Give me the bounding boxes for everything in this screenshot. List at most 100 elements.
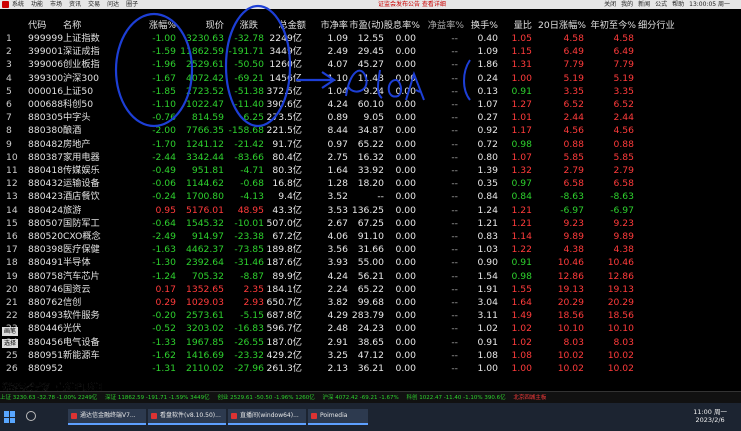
title-btn-mine[interactable]: 我的 — [621, 0, 633, 9]
ticker-cy[interactable]: 创业 2529.61 -50.50 -1.96% 1260亿 — [217, 395, 314, 401]
table-row[interactable]: 20 880746 国资云 0.17 1352.65 2.35 184.1亿 2.24 65.2… — [0, 283, 741, 296]
col-header-volratio[interactable]: 量比 — [492, 17, 532, 31]
search-icon[interactable] — [26, 411, 36, 421]
table-row[interactable]: 10 880387 家用电器 -2.44 3342.44 -83.66 80.4亿 2.75 1… — [0, 151, 741, 164]
cell-amt: 184.1亿 — [266, 283, 303, 295]
cell-div: 0.00 — [395, 270, 416, 282]
table-row[interactable]: 22 880493 软件服务 -0.20 2573.61 -5.15 687.8亿 4.29 2… — [0, 309, 741, 322]
cell-ytd: 7.79 — [613, 59, 634, 71]
col-header-ytd[interactable]: 年初至今% — [590, 17, 636, 31]
cell-code: 880432 — [28, 178, 64, 190]
ticker-hs300[interactable]: 沪深 4072.42 -69.21 -1.67% — [323, 395, 399, 401]
col-header-chg[interactable]: 涨幅% — [118, 17, 176, 31]
table-row[interactable]: 5 000016 上证50 -1.85 2723.52 -51.38 372.5亿 1.04 9… — [0, 85, 741, 98]
cell-ytd: 9.89 — [613, 231, 634, 242]
title-btn-news[interactable]: 新闻 — [638, 0, 650, 9]
table-row[interactable]: 11 880418 传媒娱乐 -0.49 951.81 -4.71 80.3亿 1.64 33.… — [0, 164, 741, 177]
cell-div: 0.00 — [395, 59, 416, 71]
cell-idx: 14 — [6, 204, 18, 216]
cell-amt: 221.5亿 — [266, 125, 303, 137]
cell-pd: 18.20 — [357, 178, 384, 190]
table-row[interactable]: 24880456电气设备-1.331967.85-26.55187.0亿2.91… — [0, 336, 741, 349]
table-row[interactable]: 17 880398 医疗保健 -1.63 4462.37 -73.85 189.8亿 3.56… — [0, 243, 741, 256]
cell-pd: 33.92 — [357, 165, 384, 176]
cell-code: 880380 — [28, 125, 64, 137]
cell-net: -- — [451, 85, 458, 97]
cell-pd: 11.43 — [357, 72, 384, 84]
menu-item-market[interactable]: 市场 — [50, 0, 62, 9]
col-header-net[interactable]: 净益率% — [420, 17, 464, 31]
cell-idx: 12 — [6, 178, 18, 190]
taskbar-app-quote[interactable]: 看盘软件(v8.10.50)... — [148, 409, 226, 425]
cell-ytd: 9.23 — [613, 217, 634, 229]
cell-price: 1241.12 — [186, 138, 224, 150]
menu-item-circle[interactable]: 圈子 — [126, 0, 138, 9]
table-row[interactable]: 16 880520 CXO概念 -2.49 914.97 -23.38 67.2亿 4.06 9… — [0, 230, 741, 243]
windows-start-icon[interactable] — [4, 411, 16, 423]
taskbar-app-tdx[interactable]: 通达信金融终端V7... — [68, 409, 146, 425]
table-row[interactable]: 12 880432 运输设备 -0.06 1144.62 -0.68 16.8亿 1.28 18… — [0, 177, 741, 190]
menu-item-ask[interactable]: 问达 — [107, 0, 119, 9]
cell-chg: -0.06 — [152, 178, 176, 190]
cell-d20: 9.23 — [563, 217, 584, 229]
col-header-code[interactable]: 代码 — [28, 17, 46, 31]
table-row[interactable]: 26 880952 -1.31 2110.02 -27.96 261.3亿 2.13 36.2… — [0, 362, 741, 375]
notice-link[interactable]: 证监会发布公告 查看详细 — [378, 0, 446, 9]
ticker-note[interactable]: 北京四城主板 — [513, 395, 546, 401]
title-btn-close[interactable]: 关闭 — [604, 0, 616, 9]
col-header-name[interactable]: 名称 — [63, 17, 81, 31]
table-row[interactable]: 1 999999 上证指数 -1.00 3230.63 -32.78 2249亿 1.09 12… — [0, 32, 741, 45]
table-row[interactable]: 9 880482 房地产 -1.70 1241.12 -21.42 91.7亿 0.97 65.… — [0, 138, 741, 151]
pen-tool-button[interactable]: 画笔 — [2, 327, 18, 336]
cell-amt: 429.2亿 — [266, 349, 303, 361]
table-row[interactable]: 19 880758 汽车芯片 -1.24 705.32 -8.87 89.9亿 4.24 56.… — [0, 270, 741, 283]
table-row[interactable]: 13 880423 酒店餐饮 -0.24 1700.80 -4.13 9.4亿 3.52 -- 0… — [0, 190, 741, 203]
cell-div: 0.00 — [395, 46, 416, 58]
table-row[interactable]: 25 880951 新能源车 -1.62 1416.69 -23.32 429.2亿 3.25… — [0, 349, 741, 362]
ticker-sz[interactable]: 深证 11862.59 -191.71 -1.59% 3449亿 — [105, 395, 209, 401]
title-btn-help[interactable]: 帮助 — [672, 0, 684, 9]
taskbar-app-poimedia[interactable]: Poimedia — [308, 409, 368, 425]
col-header-dividend[interactable]: 股息率% — [370, 17, 420, 31]
cell-amt: 9.4亿 — [278, 191, 302, 203]
cell-amt: 91.7亿 — [272, 138, 302, 150]
table-row[interactable]: 18 880491 半导体 -1.30 2392.64 -31.46 187.6亿 3.93 5… — [0, 256, 741, 269]
menu-item-system[interactable]: 系统 — [12, 0, 24, 9]
cell-chg: -1.31 — [152, 363, 176, 374]
menu-item-function[interactable]: 功能 — [31, 0, 43, 9]
cell-price: 5176.01 — [186, 204, 224, 216]
select-tool-button[interactable]: 选择 — [2, 339, 18, 348]
cell-pd: 9.24 — [363, 85, 384, 97]
table-row[interactable]: 23880446光伏-0.523203.02-16.83596.7亿2.4824… — [0, 322, 741, 335]
cell-price: 11862.59 — [180, 46, 224, 58]
col-header-industry[interactable]: 细分行业 — [638, 17, 698, 31]
table-row[interactable]: 3 399006 创业板指 -1.96 2529.61 -50.50 1260亿 4.07 45… — [0, 58, 741, 71]
cell-ytd: 2.79 — [613, 165, 634, 176]
ticker-sh[interactable]: 上证 3230.63 -32.78 -1.00% 2249亿 — [0, 395, 97, 401]
cell-chg: 0.95 — [155, 204, 176, 216]
menu-item-trade[interactable]: 交易 — [88, 0, 100, 9]
title-btn-formula[interactable]: 公式 — [655, 0, 667, 9]
table-row[interactable]: 21 880762 信创 0.29 1029.03 2.93 650.7亿 3.82 99.68… — [0, 296, 741, 309]
cell-chg: -0.76 — [152, 112, 176, 124]
taskbar-clock[interactable]: 11:00 周一 2023/2/6 — [693, 408, 727, 424]
table-row[interactable]: 4 399300 沪深300 -1.67 4072.42 -69.21 1456亿 1.10 1… — [0, 72, 741, 85]
cell-div: 0.00 — [395, 165, 416, 176]
cell-vr: 0.98 — [511, 138, 532, 150]
cell-price: 1144.62 — [186, 178, 224, 190]
table-row[interactable]: 6 000688 科创50 -1.10 1022.47 -11.40 390.6亿 4.24 6… — [0, 98, 741, 111]
table-row[interactable]: 7 880305 中字头 -0.76 814.59 -6.25 273.5亿 0.89 9.05… — [0, 111, 741, 124]
col-header-price[interactable]: 现价 — [178, 17, 224, 31]
table-row[interactable]: 2 399001 深证成指 -1.59 11862.59 -191.71 3449亿 2.49… — [0, 45, 741, 58]
cell-idx: 2 — [6, 46, 12, 58]
taskbar-app-live[interactable]: 直播间(window64)... — [228, 409, 306, 425]
cell-amt: 273.5亿 — [266, 112, 303, 124]
table-row[interactable]: 14 880424 旅游 0.95 5176.01 48.95 43.3亿 3.53 136.2… — [0, 204, 741, 217]
menu-item-news[interactable]: 资讯 — [69, 0, 81, 9]
table-row[interactable]: 15 880507 国防军工 -0.64 1545.32 -10.01 507.0亿 2.67… — [0, 217, 741, 230]
table-row[interactable]: 8 880380 酿酒 -2.00 7766.35 -158.68 221.5亿 8.44 34… — [0, 124, 741, 137]
col-header-20d[interactable]: 20日涨幅% — [534, 17, 586, 31]
cell-pd: 29.45 — [357, 46, 384, 58]
cell-code: 880762 — [28, 297, 64, 308]
ticker-kc[interactable]: 科创 1022.47 -11.40 -1.10% 390.6亿 — [406, 395, 505, 401]
